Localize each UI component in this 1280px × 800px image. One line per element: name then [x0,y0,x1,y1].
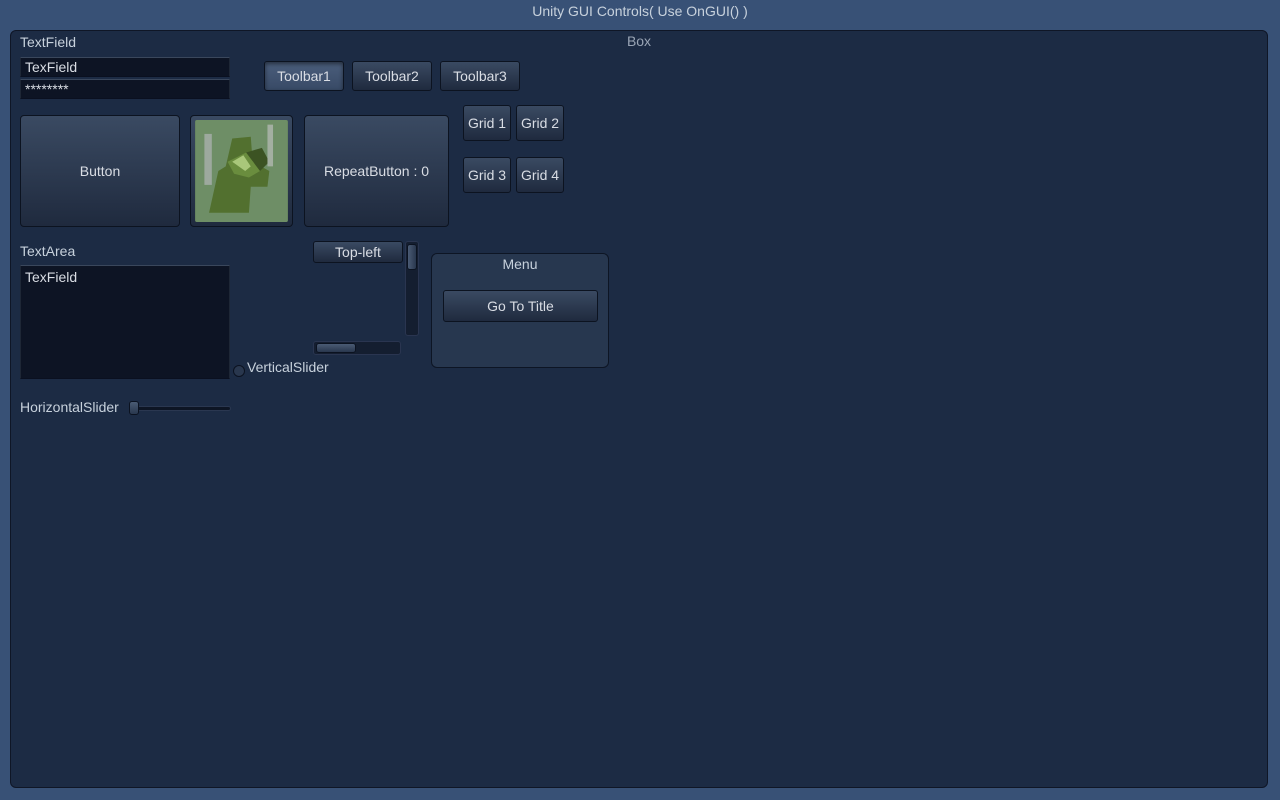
grid-3[interactable]: Grid 3 [463,157,511,193]
image-button[interactable] [190,115,293,227]
go-to-title-button[interactable]: Go To Title [443,290,598,322]
grid-4[interactable]: Grid 4 [516,157,564,193]
toolbar-2[interactable]: Toolbar2 [352,61,432,91]
button[interactable]: Button [20,115,180,227]
hslider-thumb[interactable] [129,401,139,415]
toggle[interactable] [233,365,245,377]
textfield-label: TextField [20,34,76,50]
textarea-input[interactable]: TexField [20,265,230,379]
dinosaur-image-icon [195,120,288,222]
password-input[interactable] [20,79,230,99]
toolbar-3[interactable]: Toolbar3 [440,61,520,91]
scrollview-topleft-button[interactable]: Top-left [313,241,403,263]
grid-1[interactable]: Grid 1 [463,105,511,141]
grid-2[interactable]: Grid 2 [516,105,564,141]
page-title: Unity GUI Controls( Use OnGUI() ) [0,3,1280,19]
textfield-input[interactable] [20,57,230,77]
scrollview: Top-left [313,241,419,355]
hslider-track [129,406,231,411]
repeat-button[interactable]: RepeatButton : 0 [304,115,449,227]
hscroll-thumb[interactable] [316,343,356,353]
toolbar-1[interactable]: Toolbar1 [264,61,344,91]
vscroll-thumb[interactable] [407,244,417,270]
menu-title: Menu [502,256,537,272]
main-box: Box TextField Toolbar1 Toolbar2 Toolbar3… [10,30,1268,788]
textarea-label: TextArea [20,243,75,259]
horizontal-scrollbar[interactable] [313,341,401,355]
menu-window[interactable]: Menu Go To Title [431,253,609,368]
horizontalslider-label: HorizontalSlider [20,399,119,415]
vertical-scrollbar[interactable] [405,241,419,336]
horizontal-slider[interactable] [129,401,231,415]
verticalslider-label: VerticalSlider [247,359,329,375]
box-title: Box [627,33,651,49]
